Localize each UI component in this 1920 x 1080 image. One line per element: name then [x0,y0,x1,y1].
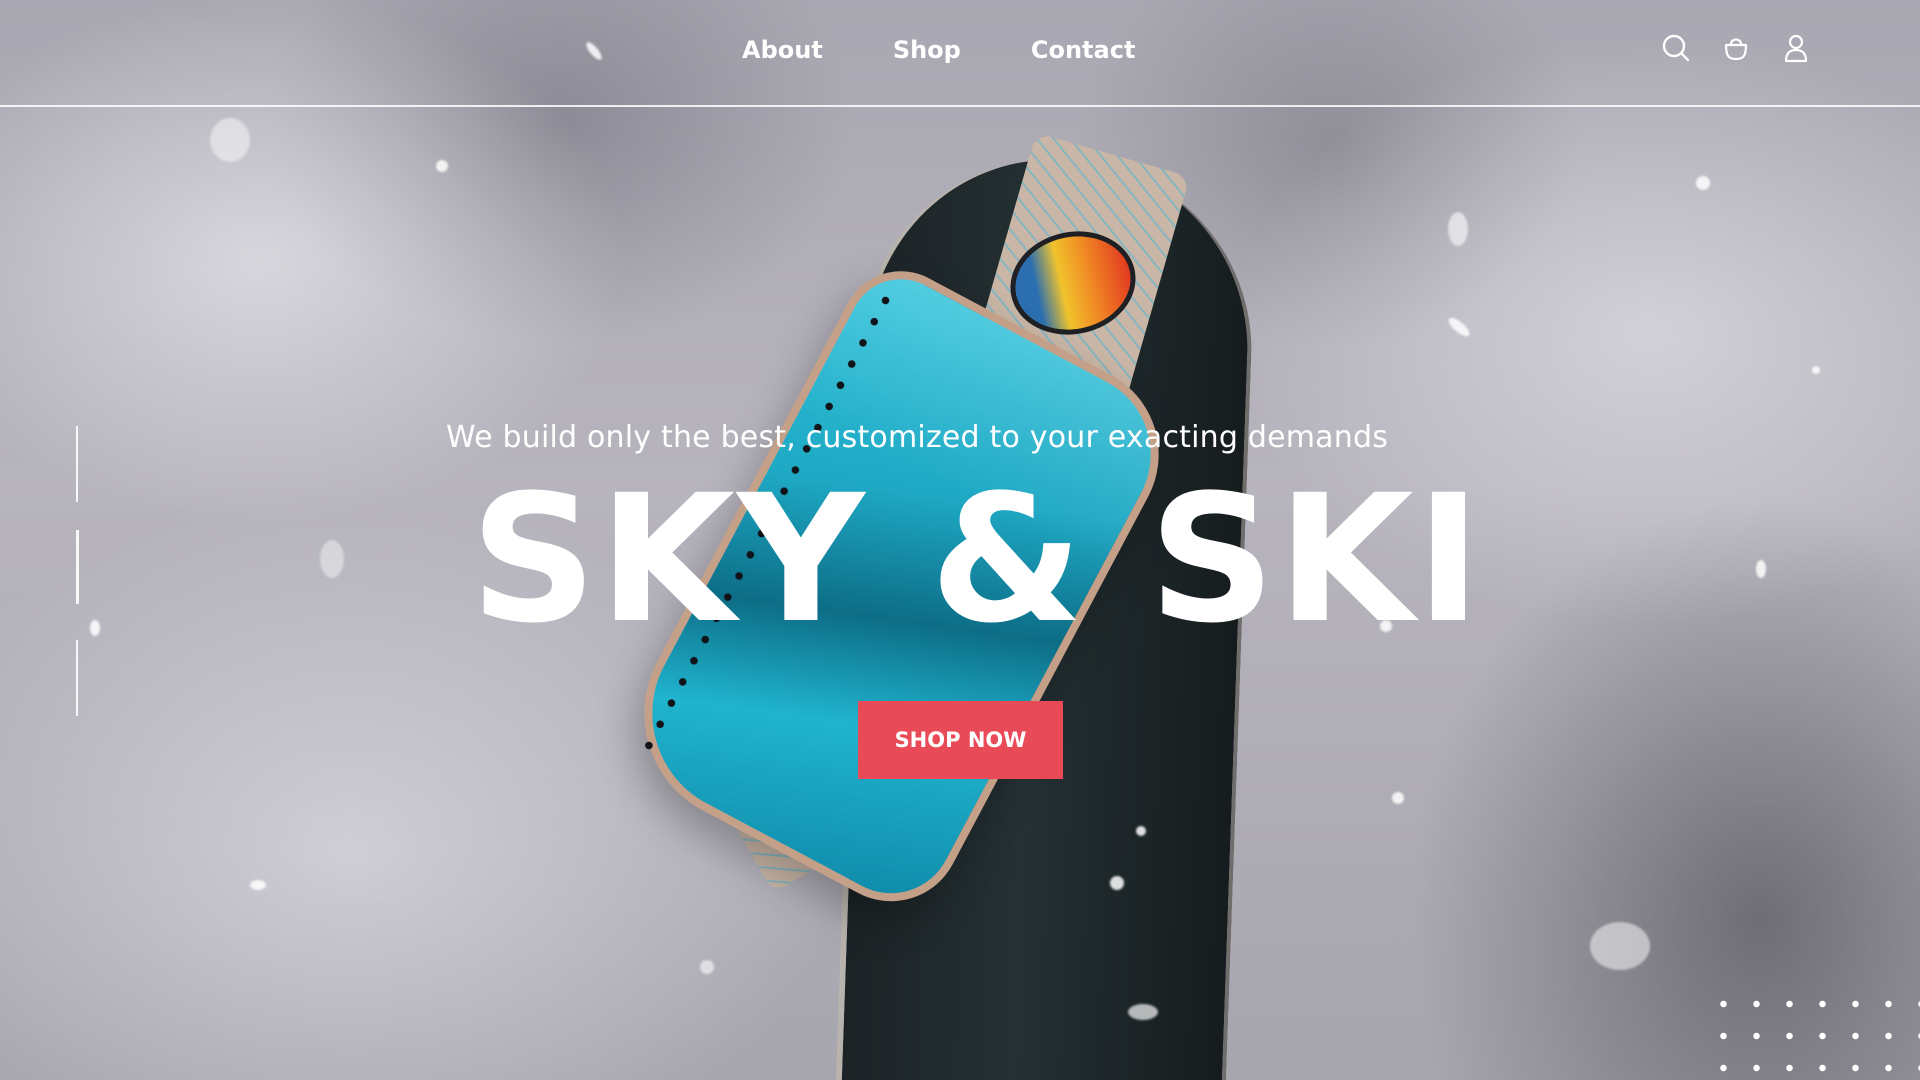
nav-link-contact[interactable]: Contact [1031,36,1136,64]
snowflake [1136,826,1146,836]
top-nav: About Shop Contact [0,0,1920,107]
hero-tagline: We build only the best, customized to yo… [446,420,1389,455]
slide-indicator-1[interactable] [76,426,78,502]
snowflake [1696,176,1710,190]
nav-link-about[interactable]: About [742,36,823,64]
snowflake [1756,560,1766,578]
snowflake [320,540,344,578]
bag-icon[interactable] [1720,32,1752,64]
snowflake [1110,876,1124,890]
decorative-dot-grid [1707,988,1920,1080]
user-icon[interactable] [1780,32,1812,64]
snowflake [700,960,714,974]
snowflake [1128,1004,1158,1020]
snowflake [436,160,448,172]
snowflake [250,880,266,890]
snowflake [210,118,250,162]
snowflake [1445,314,1473,340]
search-icon[interactable] [1660,32,1692,64]
hero-headline: SKY & SKI [470,457,1484,662]
slide-indicator-3[interactable] [76,640,78,716]
snowflake [1590,922,1650,970]
nav-link-shop[interactable]: Shop [893,36,961,64]
hero-section: About Shop Contact We build only the bes… [0,0,1920,1080]
nav-links: About Shop Contact [742,36,1135,64]
slide-indicator-2[interactable] [76,530,79,604]
shop-now-button[interactable]: SHOP NOW [858,701,1063,779]
snowflake [90,620,100,636]
snowflake [1448,212,1468,246]
snowflake [1812,366,1820,374]
nav-icons [1660,32,1812,64]
snowflake [1392,792,1404,804]
